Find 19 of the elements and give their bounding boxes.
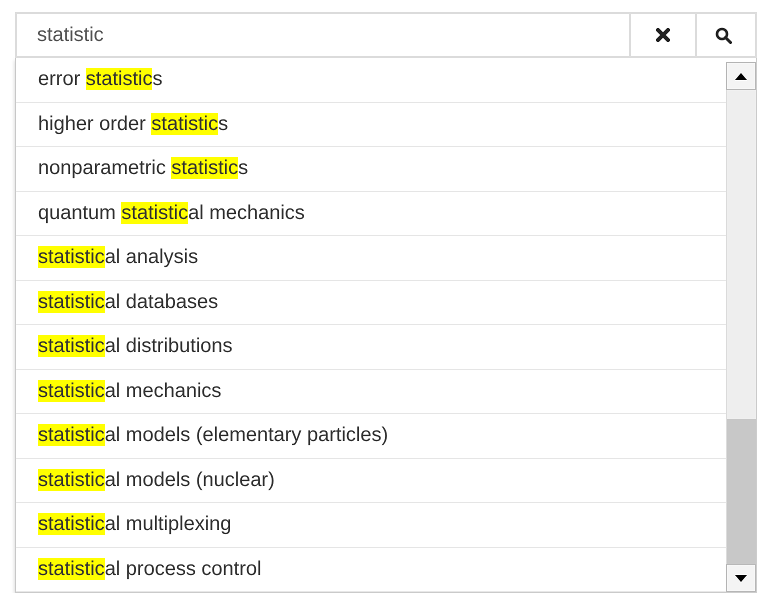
close-icon — [656, 28, 670, 42]
suggestion-item[interactable]: statistical models (elementary particles) — [16, 414, 726, 458]
suggestion-item[interactable]: statistical process control — [16, 548, 726, 592]
suggestion-item[interactable]: quantum statistical mechanics — [16, 192, 726, 236]
search-icon — [715, 26, 732, 44]
suggestion-item[interactable]: error statistics — [16, 58, 726, 102]
suggestion-item[interactable]: statistical distributions — [16, 325, 726, 370]
suggestion-item[interactable]: higher order statistics — [16, 102, 726, 147]
suggestion-item[interactable]: statistical databases — [16, 280, 726, 325]
search-field[interactable]: statistic — [15, 12, 631, 58]
scroll-up-button[interactable] — [726, 62, 756, 90]
suggestion-item[interactable]: statistical multiplexing — [16, 503, 726, 548]
suggestion-item[interactable]: nonparametric statistics — [16, 147, 726, 192]
suggestion-item[interactable]: statistical models (nuclear) — [16, 458, 726, 503]
suggestion-item[interactable]: statistical mechanics — [16, 370, 726, 414]
up-arrow-icon — [735, 72, 747, 80]
scroll-down-button[interactable] — [726, 564, 756, 592]
down-arrow-icon — [735, 574, 747, 582]
suggestion-item[interactable]: statistical analysis — [16, 236, 726, 280]
